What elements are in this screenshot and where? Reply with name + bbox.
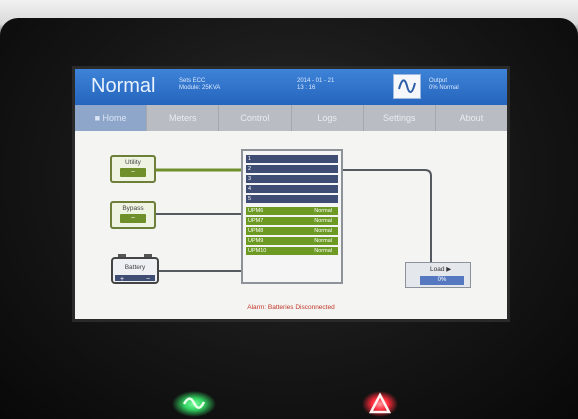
module-row[interactable]: UPM9 Normal (246, 237, 338, 245)
module-label: 3 (248, 176, 252, 182)
module-row[interactable]: UPM7 Normal (246, 217, 338, 225)
module-row[interactable]: UPM6 Normal (246, 207, 338, 215)
module-label: 1 (248, 156, 252, 162)
battery-label: Battery (124, 264, 146, 271)
module-status: Normal (314, 218, 332, 224)
module-label: UPM8 (248, 228, 264, 234)
module-label: 5 (248, 196, 252, 202)
bypass-source-box[interactable]: Bypass ~ (110, 201, 156, 229)
battery-source-box[interactable]: + − Battery (110, 253, 160, 285)
module-row[interactable]: 3 (246, 175, 338, 183)
alarm-message: Alarm: Batteries Disconnected (247, 304, 335, 311)
module-label: 4 (248, 186, 252, 192)
module-row[interactable]: 4 (246, 185, 338, 193)
module-status: Normal (314, 248, 332, 254)
ups-touchscreen: Normal Sets ECC Module: 25KVA 2014 - 01 … (72, 66, 510, 322)
module-list: 1 2 3 4 5 UPM6 Normal UPM7 Normal UPM8 Norm… (241, 149, 343, 284)
module-row[interactable]: 5 (246, 195, 338, 203)
ac-wave-icon: ~ (120, 168, 146, 177)
utility-label: Utility (125, 159, 141, 166)
ac-wave-icon: ~ (120, 214, 146, 223)
svg-text:+: + (120, 276, 124, 283)
led-normal (172, 391, 216, 417)
bypass-label: Bypass (122, 205, 144, 212)
module-row[interactable]: 1 (246, 155, 338, 163)
utility-source-box[interactable]: Utility ~ (110, 155, 156, 183)
module-status: Normal (314, 208, 332, 214)
module-label: UPM10 (248, 248, 267, 254)
module-label: UPM9 (248, 238, 264, 244)
module-label: UPM7 (248, 218, 264, 224)
load-value: 0% (420, 276, 464, 285)
module-label: UPM6 (248, 208, 264, 214)
output-line (343, 169, 432, 262)
module-row[interactable]: UPM10 Normal (246, 247, 338, 255)
led-alarm (362, 391, 398, 417)
load-label: Load ▶ (430, 266, 452, 273)
load-button[interactable]: Load ▶ 0% (405, 262, 471, 288)
svg-text:−: − (146, 276, 150, 283)
module-row[interactable]: 2 (246, 165, 338, 173)
module-status: Normal (314, 228, 332, 234)
module-label: 2 (248, 166, 252, 172)
module-status: Normal (314, 238, 332, 244)
module-row[interactable]: UPM8 Normal (246, 227, 338, 235)
